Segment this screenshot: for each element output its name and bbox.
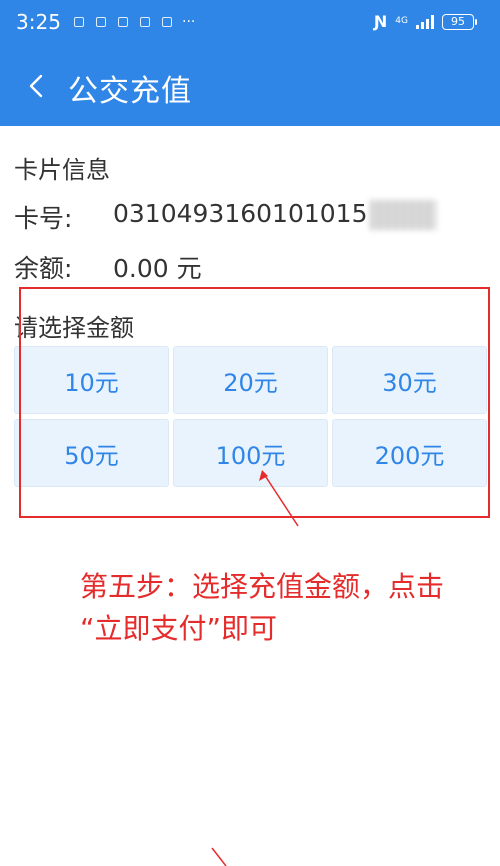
network-type: 4G [395,16,408,26]
battery-icon: 95 [442,13,477,30]
annotation-line-1: 第五步：选择充值金额，点击 [80,570,445,603]
blurred-digits [369,200,436,230]
notification-icon [140,17,150,27]
app-header: 公交充值 [0,46,500,126]
more-notifications-icon: ··· [182,14,196,30]
back-icon[interactable] [24,66,54,106]
notification-icons: ··· [74,14,196,30]
status-time: 3:25 [16,10,61,34]
battery-level: 95 [451,15,465,28]
annotation-highlight-box [19,287,490,518]
nfc-icon: Ɲ [373,12,388,31]
balance-value: 0.00 元 [113,254,202,283]
notification-icon [118,17,128,27]
annotation-text: 第五步：选择充值金额，点击 “立即支付”即可 [80,566,480,650]
page-title: 公交充值 [68,74,192,109]
notification-icon [96,17,106,27]
notification-icon [162,17,172,27]
status-bar: 3:25 ··· Ɲ 4G 95 [0,0,500,46]
card-number-row: 0310493160101015 [113,199,436,230]
balance-label: 余额: [14,254,73,283]
notification-icon [74,17,84,27]
annotation-line-2: “立即支付”即可 [80,612,278,645]
card-info-title: 卡片信息 [14,156,110,184]
signal-icon [416,14,434,29]
card-number-value: 0310493160101015 [113,199,368,228]
card-number-label: 卡号: [14,204,73,233]
status-right: Ɲ 4G 95 [373,12,477,31]
